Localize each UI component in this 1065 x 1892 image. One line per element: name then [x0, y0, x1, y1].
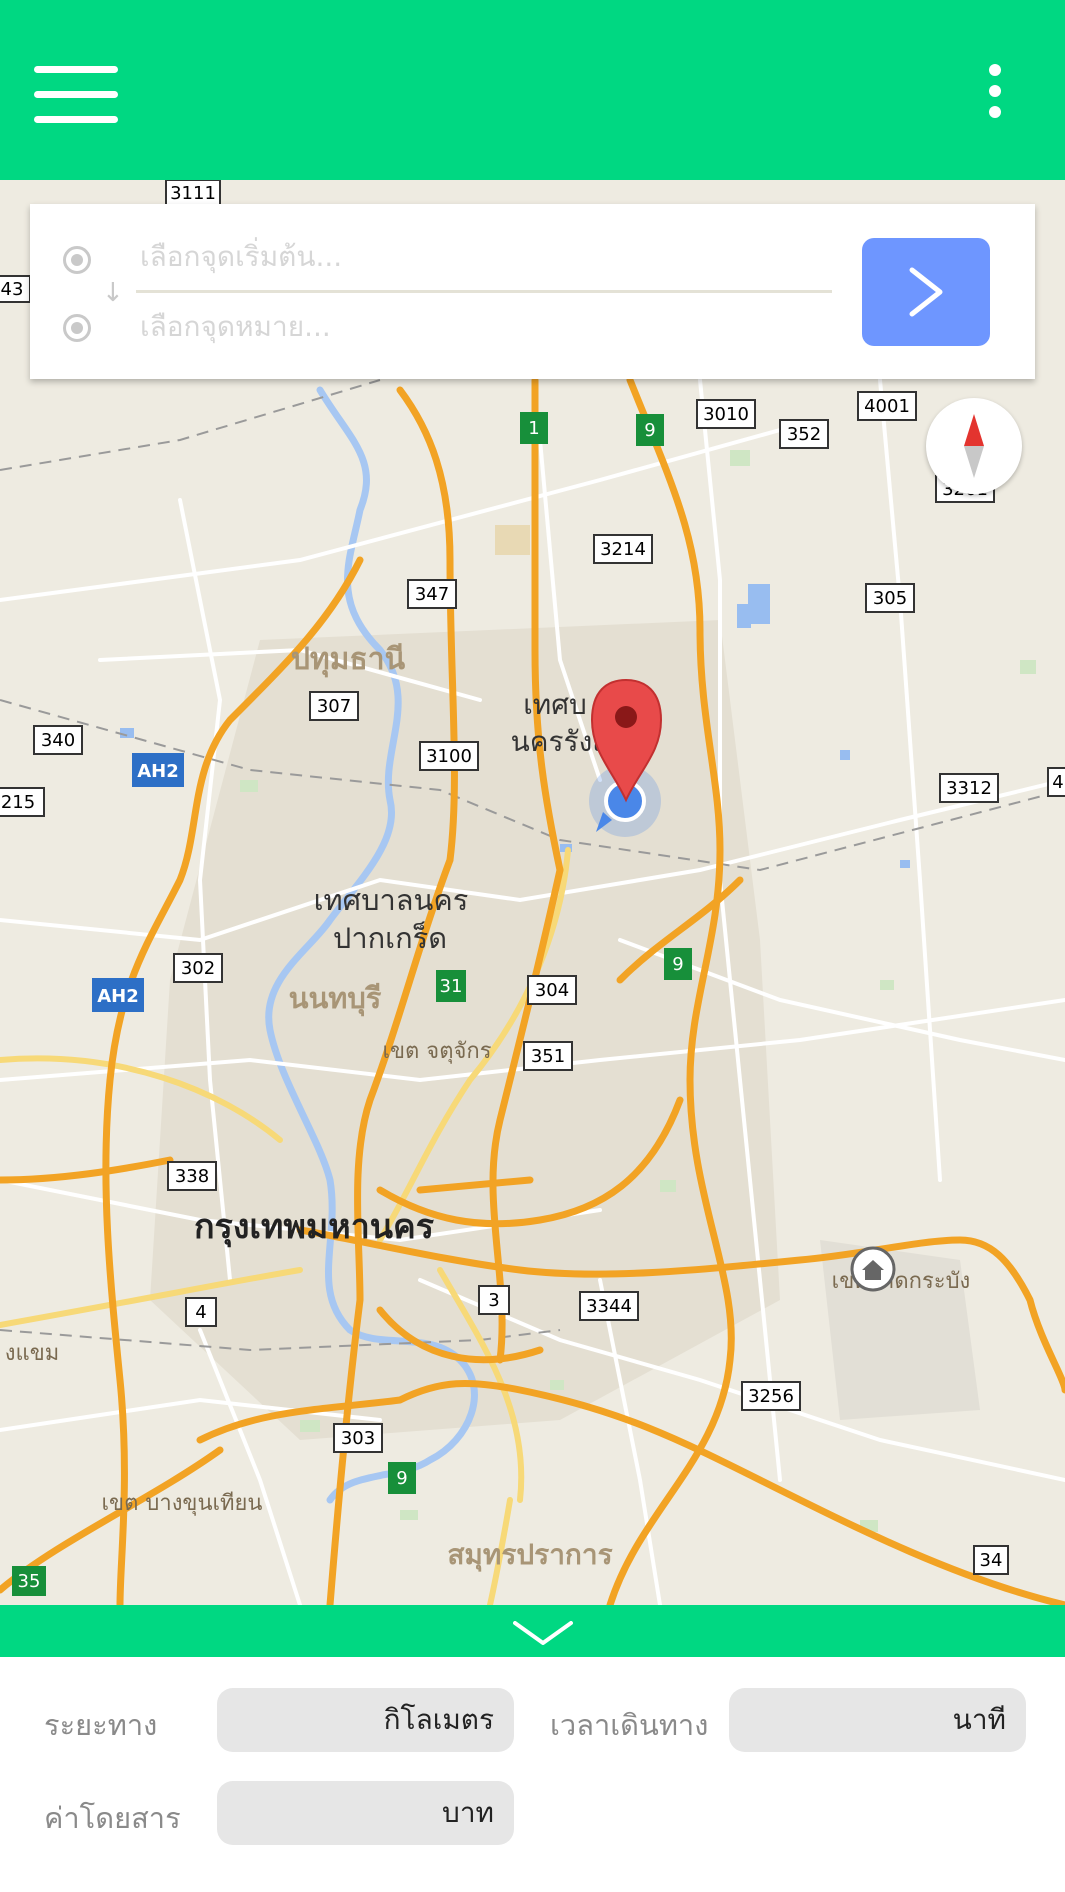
shield-ah2-south: AH2: [92, 978, 144, 1012]
label-rangsit-1: เทศบ: [523, 688, 587, 721]
svg-text:338: 338: [175, 1166, 209, 1187]
compass-button[interactable]: [926, 398, 1022, 494]
svg-text:1: 1: [528, 418, 539, 439]
shield-35: 35: [12, 1566, 46, 1596]
shield-1: 1: [520, 412, 548, 444]
origin-marker-icon: [63, 246, 91, 274]
shield-31: 31: [436, 970, 466, 1002]
svg-text:3111: 3111: [170, 183, 216, 204]
shield-340: 340: [33, 725, 83, 755]
origin-input[interactable]: [110, 228, 830, 284]
label-bang-khun-thian: เขต บางขุนเทียน: [102, 1491, 263, 1516]
shield-352: 352: [779, 419, 829, 449]
map-view[interactable]: 3111 43 1 9 3010 352 4001 3261 3214 347 …: [0, 180, 1065, 1605]
svg-text:352: 352: [787, 424, 821, 445]
svg-text:31: 31: [440, 976, 463, 997]
map-canvas: 3111 43 1 9 3010 352 4001 3261 3214 347 …: [0, 180, 1065, 1605]
shield-347: 347: [407, 579, 457, 609]
svg-text:303: 303: [341, 1428, 375, 1449]
shield-3: 3: [478, 1285, 510, 1315]
shield-338: 338: [167, 1161, 217, 1191]
shield-3010: 3010: [696, 399, 756, 429]
svg-text:9: 9: [672, 954, 683, 975]
route-search-card: ↓: [30, 204, 1035, 379]
shield-ah2-north: AH2: [132, 753, 184, 787]
chevron-right-icon: [909, 267, 943, 317]
shield-4-edge: 4: [1047, 767, 1065, 797]
svg-text:4: 4: [195, 1302, 206, 1323]
svg-text:3010: 3010: [703, 404, 749, 425]
compass-icon: [964, 414, 984, 478]
distance-label: ระยะทาง: [44, 1708, 158, 1742]
fare-label: ค่าโดยสาร: [44, 1801, 181, 1835]
label-pak-kret-2: ปากเกร็ด: [333, 920, 447, 955]
svg-text:9: 9: [396, 1468, 407, 1489]
destination-input[interactable]: [110, 298, 830, 354]
input-divider: [136, 290, 832, 293]
svg-text:3256: 3256: [748, 1386, 794, 1407]
svg-text:43: 43: [1, 279, 24, 300]
svg-text:340: 340: [41, 730, 75, 751]
label-nonthaburi: นนทบุรี: [289, 981, 382, 1016]
svg-text:307: 307: [317, 696, 351, 717]
svg-text:215: 215: [1, 792, 35, 813]
shield-4001: 4001: [857, 391, 917, 421]
chevron-down-icon: [513, 1621, 573, 1645]
home-icon[interactable]: [850, 1246, 896, 1292]
label-pak-kret-1: เทศบาลนคร: [314, 883, 469, 917]
label-chatuchak: เขต จตุจักร: [382, 1039, 491, 1064]
shield-3111: 3111: [165, 180, 221, 207]
distance-field: กิโลเมตร: [217, 1688, 514, 1752]
shield-3256: 3256: [741, 1381, 801, 1411]
svg-text:35: 35: [18, 1571, 41, 1592]
shield-34: 34: [973, 1545, 1009, 1575]
shield-9: 9: [636, 414, 664, 446]
duration-field: นาที: [729, 1688, 1026, 1752]
hamburger-menu-icon[interactable]: [34, 66, 118, 124]
destination-marker-icon: [63, 314, 91, 342]
svg-text:3214: 3214: [600, 539, 646, 560]
svg-text:3: 3: [488, 1290, 499, 1311]
svg-text:34: 34: [980, 1550, 1003, 1571]
shield-351: 351: [523, 1041, 573, 1071]
search-route-button[interactable]: [862, 238, 990, 346]
label-pathum-thani: ปทุมธานี: [291, 642, 406, 678]
svg-text:3344: 3344: [586, 1296, 632, 1317]
shield-302: 302: [173, 953, 223, 983]
duration-label: เวลาเดินทาง: [550, 1708, 709, 1742]
shield-4: 4: [185, 1297, 217, 1327]
shield-215: 215: [0, 787, 45, 817]
shield-304: 304: [527, 975, 577, 1005]
shield-303: 303: [333, 1423, 383, 1453]
label-bangkok: กรุงเทพมหานคร: [194, 1207, 435, 1248]
app-bar: [0, 0, 1065, 180]
shield-43: 43: [0, 275, 31, 303]
svg-text:351: 351: [531, 1046, 565, 1067]
label-samut-prakan: สมุทรปราการ: [447, 1538, 612, 1572]
svg-text:9: 9: [644, 420, 655, 441]
shield-9-mid: 9: [664, 948, 692, 980]
shield-3100: 3100: [419, 741, 479, 771]
fare-field: บาท: [217, 1781, 514, 1845]
more-options-icon[interactable]: [980, 62, 1010, 122]
svg-text:347: 347: [415, 584, 449, 605]
shield-3312: 3312: [939, 773, 999, 803]
collapse-panel-button[interactable]: [0, 1605, 1065, 1657]
svg-text:AH2: AH2: [137, 761, 179, 782]
shield-307: 307: [309, 691, 359, 721]
svg-text:305: 305: [873, 588, 907, 609]
svg-text:3100: 3100: [426, 746, 472, 767]
shield-3344: 3344: [579, 1291, 639, 1321]
svg-text:AH2: AH2: [97, 986, 139, 1007]
label-edge-left: งแขม: [5, 1341, 59, 1366]
shield-9-south: 9: [388, 1462, 416, 1494]
svg-text:3312: 3312: [946, 778, 992, 799]
svg-text:304: 304: [535, 980, 569, 1001]
svg-text:4001: 4001: [864, 396, 910, 417]
svg-text:302: 302: [181, 958, 215, 979]
shield-3214: 3214: [593, 534, 653, 564]
svg-text:4: 4: [1052, 772, 1063, 793]
shield-305: 305: [865, 583, 915, 613]
